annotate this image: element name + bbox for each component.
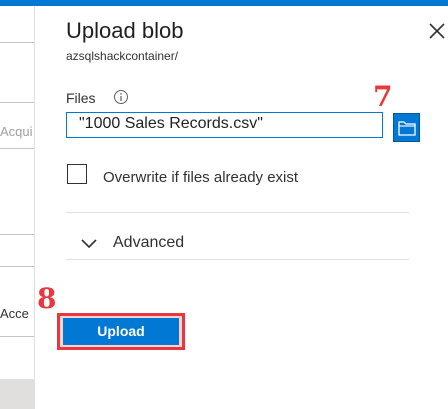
blade-subtitle: azsqlshackcontainer/ [66, 49, 179, 63]
background-divider [0, 336, 34, 337]
upload-blob-blade: Upload blob azsqlshackcontainer/ Files 7… [35, 6, 448, 409]
background-divider [0, 266, 34, 267]
chevron-down-icon[interactable] [79, 233, 99, 255]
section-divider [66, 212, 409, 213]
advanced-toggle[interactable]: Advanced [113, 234, 184, 252]
upload-button[interactable]: Upload [63, 318, 179, 345]
background-divider [0, 102, 34, 103]
browse-files-button[interactable] [393, 113, 420, 142]
background-page: Acqui Acce [0, 6, 34, 409]
background-field-text: Acqui [0, 124, 33, 139]
info-icon[interactable] [113, 89, 129, 105]
background-row-text: Acce [0, 306, 29, 321]
annotation-step-8: 8 [37, 282, 57, 315]
folder-icon [398, 121, 416, 136]
overwrite-label: Overwrite if files already exist [103, 169, 299, 186]
background-divider [0, 42, 34, 43]
files-label: Files [66, 90, 96, 106]
background-divider [0, 234, 34, 235]
blade-title: Upload blob [66, 18, 184, 43]
annotation-step-7: 7 [373, 80, 393, 113]
selected-files-input[interactable]: "1000 Sales Records.csv" [66, 112, 383, 138]
section-divider [66, 259, 409, 260]
background-divider [0, 148, 34, 149]
background-scrollbar[interactable] [0, 379, 34, 409]
overwrite-checkbox[interactable] [67, 164, 87, 184]
close-icon[interactable] [426, 20, 448, 42]
